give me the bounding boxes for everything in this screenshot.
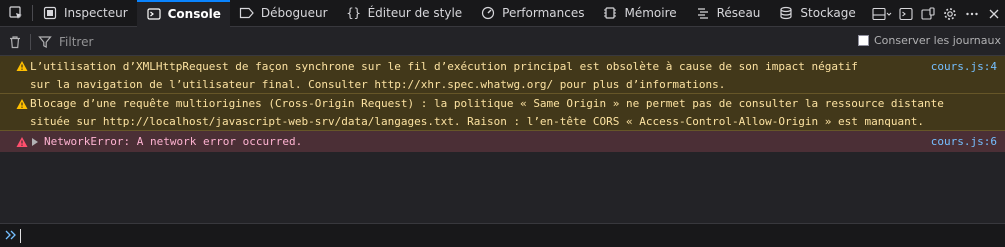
responsive-design-button[interactable] (917, 0, 939, 27)
tab-label: Réseau (716, 6, 761, 20)
persist-logs-label: Conserver les journaux (873, 34, 1001, 47)
message-text: L’utilisation d’XMLHttpRequest de façon … (30, 60, 858, 91)
message-text: NetworkError: A network error occurred. (44, 135, 303, 148)
console-output-empty-area (0, 152, 1005, 223)
tab-label: Console (167, 7, 221, 21)
tab-memory[interactable]: Mémoire (593, 0, 685, 27)
filter-input[interactable] (59, 30, 759, 53)
more-dots-icon (966, 12, 978, 15)
tab-label: Éditeur de style (367, 6, 463, 20)
tab-network[interactable]: Réseau (686, 0, 770, 27)
clear-console-button[interactable] (0, 28, 30, 56)
error-icon (16, 137, 28, 147)
tab-console[interactable]: Console (136, 0, 230, 27)
message-source-link[interactable]: cours.js:4 (931, 58, 997, 76)
console-icon (146, 6, 162, 22)
tab-performance[interactable]: Performances (471, 0, 593, 27)
debugger-icon (239, 5, 255, 21)
console-filter-bar: Conserver les journaux (0, 28, 1005, 56)
devtools-toolbar: Inspecteur Console Débogueur {} Éditeur … (0, 0, 1005, 27)
message-text: Blocage d’une requête multiorigines (Cro… (30, 97, 944, 128)
responsive-design-icon (921, 6, 935, 20)
console-message-error: NetworkError: A network error occurred. … (0, 131, 1005, 153)
tab-label: Débogueur (260, 6, 328, 20)
trash-icon (10, 35, 20, 48)
tab-label: Mémoire (624, 6, 677, 20)
style-editor-icon: {} (346, 6, 361, 20)
warning-icon (16, 61, 28, 71)
element-picker-button[interactable] (0, 0, 32, 27)
storage-icon (778, 5, 794, 21)
tab-label: Stockage (800, 6, 856, 20)
more-options-button[interactable] (961, 0, 983, 27)
console-message-warning: L’utilisation d’XMLHttpRequest de façon … (0, 56, 1005, 94)
dock-menu-button[interactable] (869, 0, 895, 27)
close-devtools-button[interactable] (983, 0, 1005, 27)
settings-button[interactable] (939, 0, 961, 27)
split-console-button[interactable] (895, 0, 917, 27)
console-message-warning: Blocage d’une requête multiorigines (Cro… (0, 94, 1005, 131)
filter-icon-wrap (31, 28, 59, 56)
warning-icon (16, 99, 28, 109)
tab-inspector[interactable]: Inspecteur (33, 0, 137, 27)
expand-arrow-icon[interactable] (31, 137, 39, 147)
message-source-link[interactable]: cours.js:6 (931, 133, 997, 151)
element-picker-icon (9, 6, 22, 19)
inspector-icon (42, 5, 58, 21)
console-input-row (0, 223, 1005, 247)
close-icon (989, 9, 999, 18)
persist-logs-toggle[interactable]: Conserver les journaux (857, 34, 1001, 47)
split-console-icon (899, 7, 913, 20)
persist-logs-checkbox[interactable] (857, 35, 869, 46)
tab-debugger[interactable]: Débogueur (230, 0, 337, 27)
tab-label: Performances (502, 6, 585, 20)
tab-label: Inspecteur (64, 6, 128, 20)
tab-storage[interactable]: Stockage (769, 0, 864, 27)
toolbar-right-controls (869, 0, 1005, 27)
performance-icon (480, 5, 496, 21)
dock-layout-icon (872, 7, 892, 20)
input-caret (20, 229, 21, 243)
memory-icon (602, 5, 618, 21)
network-icon (695, 5, 711, 21)
console-input[interactable] (24, 226, 1005, 246)
tab-style-editor[interactable]: {} Éditeur de style (337, 0, 472, 27)
filter-icon (38, 35, 52, 48)
prompt-chevron-icon (5, 230, 16, 240)
gear-icon (944, 7, 956, 20)
